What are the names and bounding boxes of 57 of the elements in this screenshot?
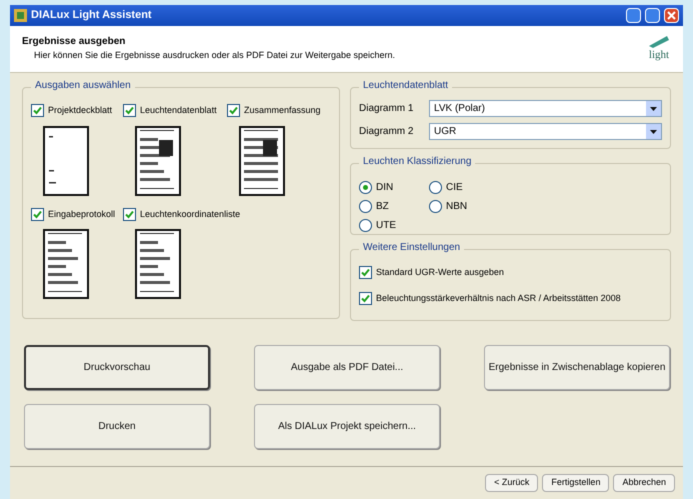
- checkbox[interactable]: [359, 266, 372, 280]
- diagram-dropdown[interactable]: LVK (Polar): [429, 100, 662, 117]
- checkbox-label: Projektdeckblatt: [48, 104, 112, 117]
- checkbox-label: Beleuchtungsstärkeverhältnis nach ASR / Arbeitsstätten 2008: [376, 292, 621, 305]
- group-title: Leuchtendatenblatt: [359, 81, 452, 91]
- checkbox[interactable]: [227, 104, 240, 118]
- checkbox-label: Zusammenfassung: [244, 104, 321, 117]
- group-title: Ausgaben auswählen: [31, 81, 135, 91]
- app-icon: [14, 9, 27, 22]
- page-preview-drawing: [239, 126, 285, 196]
- radio-label: DIN: [376, 181, 394, 195]
- footer-button[interactable]: Abbrechen: [613, 474, 675, 492]
- dropdown-arrow-icon: [650, 130, 657, 134]
- checkbox-label: Standard UGR-Werte ausgeben: [376, 266, 504, 279]
- maximize-button[interactable]: [645, 8, 660, 23]
- group-title: Weitere Einstellungen: [359, 243, 464, 253]
- page-preview-drawing: [135, 126, 181, 196]
- radio-label: CIE: [446, 181, 463, 195]
- close-button[interactable]: [664, 8, 679, 23]
- lamp-logo-icon: [647, 34, 671, 50]
- page-title: Ergebnisse ausgeben: [22, 35, 126, 49]
- action-button[interactable]: Ausgabe als PDF Datei...: [254, 345, 440, 390]
- action-button[interactable]: Ergebnisse in Zwischenablage kopieren: [484, 345, 670, 390]
- dropdown-arrow-icon: [650, 106, 657, 110]
- radio-button[interactable]: [429, 200, 442, 213]
- action-button[interactable]: Drucken: [24, 404, 210, 449]
- diagram-label: Diagramm 1: [359, 102, 414, 116]
- checkbox[interactable]: [359, 292, 372, 305]
- minimize-button[interactable]: [626, 8, 641, 23]
- logo-text: light: [648, 50, 670, 61]
- group-title: Leuchten Klassifizierung: [359, 157, 476, 167]
- checkbox-label: Leuchtendatenblatt: [140, 104, 217, 117]
- checkbox-label: Leuchtenkoordinatenliste: [140, 208, 240, 220]
- checkbox[interactable]: [123, 104, 136, 118]
- checkbox[interactable]: [31, 104, 44, 118]
- footer-button[interactable]: Fertigstellen: [542, 474, 610, 492]
- radio-button[interactable]: [429, 181, 442, 194]
- page-preview-drawing: [43, 126, 89, 196]
- radio-label: BZ: [376, 200, 389, 214]
- page-subtitle: Hier können Sie die Ergebnisse ausdrucken oder als PDF Datei zur Weitergabe speichern.: [33, 49, 396, 62]
- window-title: DIALux Light Assistent: [31, 8, 153, 24]
- checkbox[interactable]: [123, 208, 136, 221]
- diagram-label: Diagramm 2: [359, 125, 414, 139]
- footer-button[interactable]: < Zurück: [485, 474, 538, 492]
- action-button[interactable]: Druckvorschau: [24, 345, 210, 390]
- radio-button[interactable]: [359, 181, 372, 194]
- radio-label: UTE: [376, 219, 396, 233]
- checkbox[interactable]: [31, 208, 44, 221]
- radio-button[interactable]: [359, 200, 372, 213]
- radio-button[interactable]: [359, 219, 372, 232]
- page-preview-drawing: [135, 229, 181, 299]
- radio-label: NBN: [446, 200, 468, 214]
- diagram-dropdown[interactable]: UGR: [429, 123, 662, 140]
- close-icon: [667, 11, 676, 20]
- checkbox-label: Eingabeprotokoll: [48, 208, 116, 221]
- action-button[interactable]: Als DIALux Projekt speichern...: [254, 404, 440, 449]
- page-preview-drawing: [43, 229, 89, 299]
